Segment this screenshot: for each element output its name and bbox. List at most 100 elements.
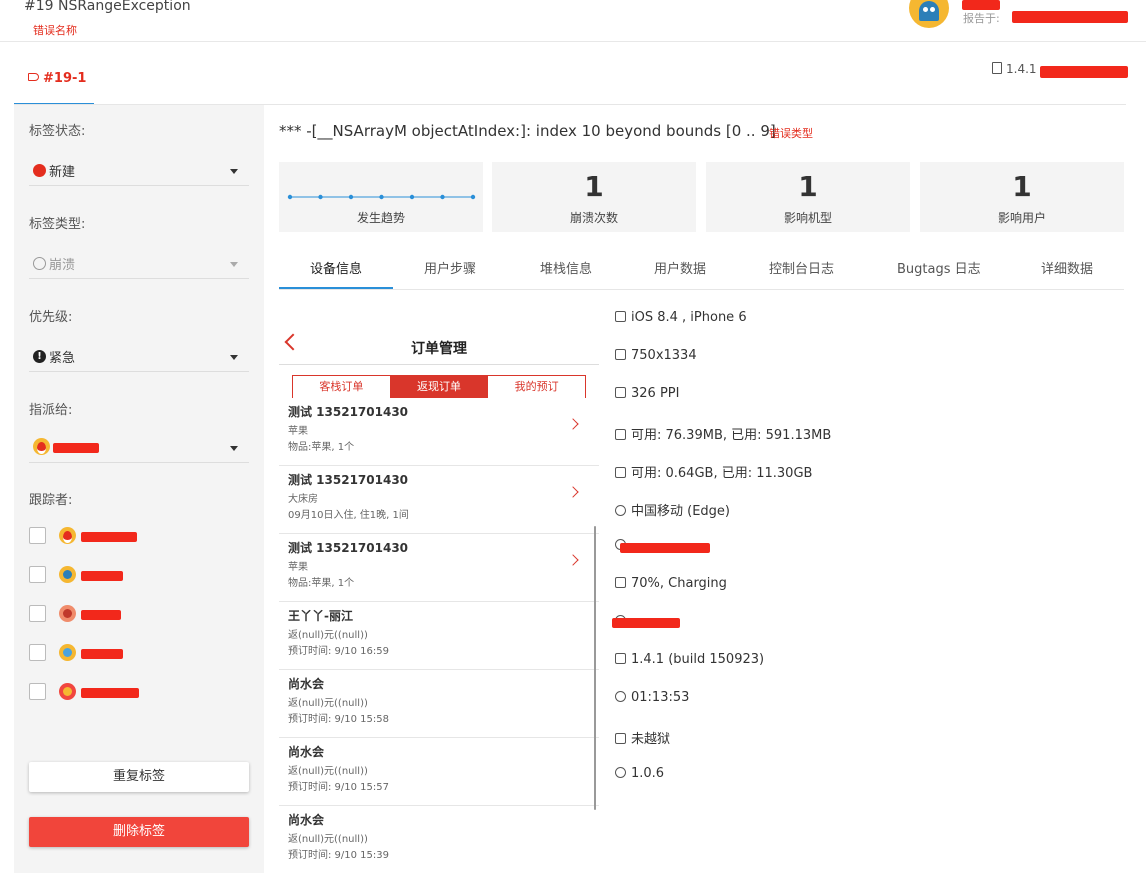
follower-avatar [59, 605, 76, 622]
order-detail: 物品:苹果, 1个 [288, 578, 355, 589]
device-info-text: 可用: 0.64GB, 已用: 11.30GB [631, 466, 813, 481]
order-subtitle: 苹果 [288, 562, 308, 573]
device-info-text: 中国移动 (Edge) [631, 504, 730, 519]
tab-user-steps[interactable]: 用户步骤 [424, 258, 476, 277]
wifi-redaction [620, 543, 710, 553]
follower-avatar [59, 566, 76, 583]
trend-point [470, 194, 476, 200]
order-row: 尚水会 返(null)元((null)) 预订时间: 9/10 15:58 [279, 670, 599, 738]
stat-label: 影响用户 [997, 211, 1046, 225]
trend-point [348, 194, 354, 200]
trend-point [287, 194, 293, 200]
order-title: 尚水会 [288, 745, 325, 759]
caret-down-icon [230, 169, 238, 174]
order-row: 王丫丫-丽江 返(null)元((null)) 预订时间: 9/10 16:59 [279, 602, 599, 670]
follower-item[interactable] [29, 602, 249, 624]
app-version-redaction [1040, 66, 1128, 78]
stat-card-trend[interactable]: 发生趋势 [279, 162, 483, 232]
order-row: 测试 13521701430 苹果物品:苹果, 1个 [279, 534, 599, 602]
type-select: 崩溃 [29, 249, 249, 279]
device-info-row: 可用: 0.64GB, 已用: 11.30GB [615, 462, 813, 481]
assignee-select[interactable] [29, 433, 249, 463]
follower-item[interactable] [29, 524, 249, 546]
reported-at-label: 报告于: [963, 12, 1000, 25]
disk-icon [615, 467, 626, 478]
tab-device-info[interactable]: 设备信息 [310, 258, 362, 277]
order-title: 测试 13521701430 [288, 541, 409, 555]
active-tab-indicator [279, 287, 393, 289]
delete-tag-button[interactable]: 删除标签 [29, 817, 249, 847]
order-row: 测试 13521701430 大床房 09月10日入住, 住1晚, 1间 [279, 466, 599, 534]
caret-down-icon [230, 355, 238, 360]
follower-avatar [59, 683, 76, 700]
exception-message: *** -[__NSArrayM objectAtIndex:]: index … [279, 122, 776, 140]
version-icon [615, 653, 626, 664]
follower-checkbox[interactable] [29, 644, 46, 661]
divider [279, 364, 599, 365]
battery-icon [615, 577, 626, 588]
assignee-name-redaction [53, 443, 99, 453]
device-info-row: 750x1334 [615, 348, 697, 366]
memory-icon [615, 429, 626, 440]
chevron-right-icon [567, 418, 579, 430]
trend-sparkline [287, 194, 476, 200]
order-row: 尚水会 返(null)元((null)) 预订时间: 9/10 15:57 [279, 738, 599, 806]
stat-card-affected-models[interactable]: 1 影响机型 [706, 162, 910, 232]
device-info-text: 750x1334 [631, 348, 697, 363]
order-title: 测试 13521701430 [288, 473, 409, 487]
follower-checkbox[interactable] [29, 605, 46, 622]
tab-user-data[interactable]: 用户数据 [654, 258, 706, 277]
device-info-text: 可用: 76.39MB, 已用: 591.13MB [631, 428, 832, 443]
tab-console-log[interactable]: 控制台日志 [769, 258, 834, 277]
stat-label: 影响机型 [783, 211, 832, 225]
follower-item[interactable] [29, 680, 249, 702]
order-subtitle: 返(null)元((null)) [288, 766, 368, 777]
resolution-icon [615, 349, 626, 360]
phone-icon [615, 311, 626, 322]
device-info-row: 01:13:53 [615, 690, 689, 708]
clock-icon [615, 691, 626, 702]
follower-item[interactable] [29, 641, 249, 663]
segment: 客栈订单 [293, 376, 391, 398]
app-version-text: 1.4.1 [1006, 62, 1037, 76]
stat-value: 1 [584, 170, 604, 203]
follower-name-redaction [81, 649, 123, 659]
trend-point [318, 194, 323, 200]
scrollbar [594, 526, 596, 810]
tab-detail-data[interactable]: 详细数据 [1041, 258, 1093, 277]
priority-select[interactable]: ! 紧急 [29, 342, 249, 372]
follower-checkbox[interactable] [29, 566, 46, 583]
device-info-text: 未越狱 [631, 732, 671, 747]
follower-checkbox[interactable] [29, 527, 46, 544]
status-dot-icon [33, 164, 46, 177]
duplicate-tag-button[interactable]: 重复标签 [29, 762, 249, 792]
tab-tag-19-1[interactable]: #19-1 [14, 62, 94, 105]
follower-checkbox[interactable] [29, 683, 46, 700]
crash-icon [33, 257, 46, 270]
reporter-name-redaction [962, 0, 1000, 10]
device-info-row: 326 PPI [615, 386, 679, 404]
order-row: 测试 13521701430 苹果 物品:苹果, 1个 [279, 398, 599, 466]
device-info-row: 可用: 76.39MB, 已用: 591.13MB [615, 424, 832, 443]
screenshot-nav-title: 订单管理 [411, 341, 467, 357]
location-redaction [612, 618, 680, 628]
order-subtitle: 返(null)元((null)) [288, 630, 368, 641]
stat-label: 崩溃次数 [569, 211, 618, 225]
order-subtitle: 返(null)元((null)) [288, 834, 368, 845]
ghost-avatar-icon [919, 1, 939, 21]
tag-icon [28, 73, 39, 81]
order-title: 测试 13521701430 [288, 405, 409, 419]
trend-point [379, 194, 384, 200]
jailbreak-icon [615, 733, 626, 744]
tab-bugtags-log[interactable]: Bugtags 日志 [897, 258, 981, 277]
tab-stack[interactable]: 堆栈信息 [540, 258, 592, 277]
stat-card-crash-count[interactable]: 1 崩溃次数 [492, 162, 696, 232]
assignee-label: 指派给: [29, 403, 73, 418]
status-select[interactable]: 新建 [29, 156, 249, 186]
follower-item[interactable] [29, 563, 249, 585]
trend-point [409, 194, 415, 200]
follower-name-redaction [81, 610, 121, 620]
order-detail: 预订时间: 9/10 15:39 [288, 850, 390, 861]
bug-title: #19 NSRangeException [24, 0, 191, 14]
stat-card-affected-users[interactable]: 1 影响用户 [920, 162, 1124, 232]
